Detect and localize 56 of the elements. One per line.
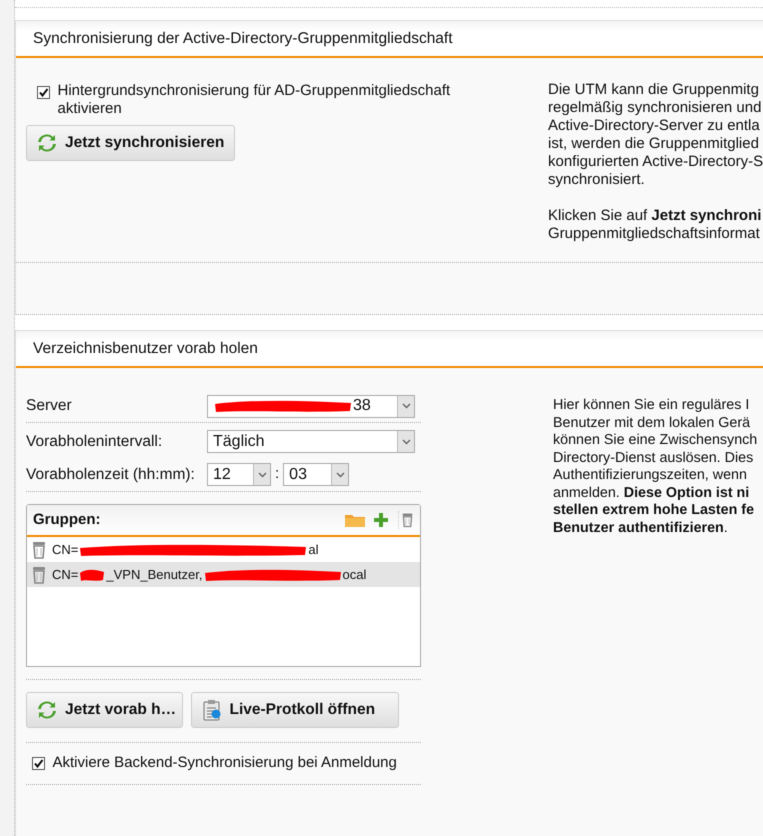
help-text: synchronisiert.: [548, 171, 646, 189]
log-icon: [202, 699, 222, 721]
list-title: Gruppen:: [33, 510, 102, 530]
help-text: können Sie eine Zwischensynch: [553, 432, 758, 450]
help-text: ist, werden die Gruppenmitglied: [548, 135, 760, 153]
minute-select[interactable]: 03: [283, 463, 350, 486]
chevron-down-icon: [402, 438, 410, 444]
checkbox-label[interactable]: Hintergrundsynchronisierung für AD-Gruppenmitgliedschaft aktivieren: [58, 82, 486, 118]
list-row[interactable]: CN= al: [27, 537, 420, 562]
check-icon: [38, 87, 49, 98]
help-text: Die UTM kann die Gruppenmitg: [548, 81, 760, 99]
checkbox[interactable]: [32, 757, 45, 770]
help-text: Gruppenmitgliedschaftsinformat: [548, 225, 761, 243]
group-name: CN=: [52, 566, 78, 584]
help-text: Klicken Sie auf Jetzt synchroni: [548, 207, 762, 225]
help-text: regelmäßig synchronisieren und: [548, 99, 762, 117]
checkbox[interactable]: [37, 86, 50, 99]
panel-title: Synchronisierung der Active-Directory-Gruppenmitgliedschaft: [33, 28, 453, 49]
action-button[interactable]: Live-Protkoll öffnen: [190, 692, 398, 728]
help-text: Benutzer authentifizieren.: [553, 520, 729, 537]
hour-select[interactable]: 12: [207, 463, 271, 486]
help-text: Authentifizierungszeiten, wenn: [553, 467, 748, 484]
chevron-down-icon: [402, 403, 410, 409]
folder-icon: [344, 512, 366, 528]
trash-icon: [31, 540, 47, 558]
interval-select[interactable]: Täglich: [207, 430, 415, 453]
chevron-down-icon: [336, 472, 345, 478]
help-text: konfigurierten Active-Directory-S: [548, 153, 763, 171]
refresh-icon: [37, 133, 57, 153]
sync-button[interactable]: Jetzt synchronisieren: [26, 125, 236, 161]
group-name: CN=: [52, 540, 78, 559]
group-name: _VPN_Benutzer,: [106, 566, 202, 584]
select-value: 38: [353, 396, 371, 416]
refresh-icon: [37, 700, 57, 720]
group-name: ocal: [342, 566, 366, 584]
action-button[interactable]: Jetzt vorab h…: [26, 692, 183, 728]
help-text: stellen extrem hohe Lasten fe: [553, 502, 756, 520]
field-label: Vorabholenzeit (hh:mm):: [26, 464, 196, 485]
time-separator: :: [275, 464, 280, 484]
trash-icon: [398, 511, 414, 529]
group-name: al: [308, 540, 318, 559]
help-text: Hier können Sie ein reguläres I: [553, 397, 750, 414]
chevron-down-icon: [258, 472, 266, 478]
help-text: Benutzer mit dem lokalen Gerä: [553, 414, 752, 432]
help-text: Active-Directory-Server zu entla: [548, 117, 761, 135]
server-select[interactable]: 38: [207, 394, 415, 418]
checkbox-label[interactable]: Aktiviere Backend-Synchronisierung bei Anmeldung: [52, 752, 397, 775]
panel-title: Verzeichnisbenutzer vorab holen: [33, 338, 258, 359]
check-icon: [33, 758, 44, 769]
help-text: anmelden. Diese Option ist ni: [553, 484, 750, 502]
field-label: Server: [26, 396, 73, 416]
field-label: Vorabholenintervall:: [26, 432, 164, 452]
list-row[interactable]: CN= _VPN_Benutzer, ocal: [27, 562, 420, 587]
help-text: Directory-Dienst auslösen. Dies: [553, 450, 754, 467]
trash-icon: [31, 566, 47, 584]
add-icon: [374, 513, 388, 527]
